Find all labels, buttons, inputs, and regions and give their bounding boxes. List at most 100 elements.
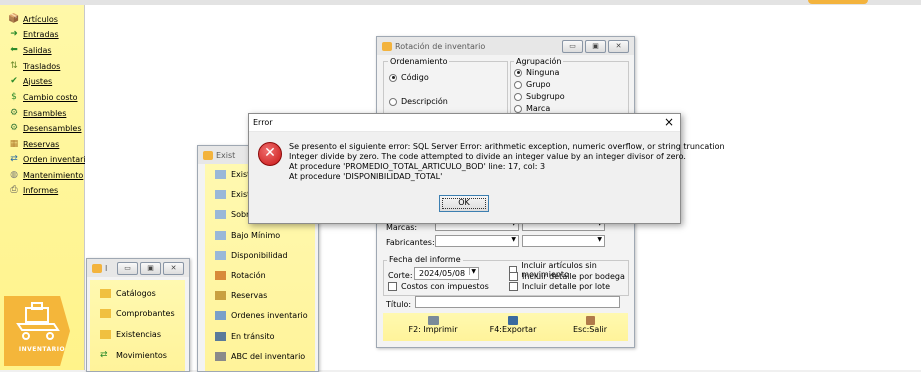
exportar-button[interactable]: F4:Exportar [483, 316, 543, 334]
menu-item-reservas[interactable]: Reservas [215, 287, 267, 303]
close-button[interactable]: ✕ [608, 40, 629, 53]
radio-ninguna[interactable]: Ninguna [514, 68, 559, 77]
arrow-right-icon: ➜ [10, 29, 18, 39]
report-icon [215, 189, 226, 199]
radio-codigo[interactable]: Código [389, 73, 429, 82]
sidebar-item-desensambles[interactable]: ⚙ Desensambles [8, 121, 82, 135]
chevron-down-icon: ▼ [597, 236, 602, 243]
window-title: I [105, 263, 108, 273]
sidebar-item-orden-inventario[interactable]: ⇄ Orden inventario [8, 152, 90, 166]
report-icon [215, 209, 226, 219]
imprimir-button[interactable]: F2: Imprimir [403, 316, 463, 334]
window-title: Rotación de inventario [395, 41, 486, 51]
menu-item-rotacion[interactable]: Rotación [215, 267, 266, 283]
report-icon [215, 250, 226, 260]
cart-icon [16, 302, 60, 340]
menu-item-disponibilidad[interactable]: Disponibilidad [215, 247, 288, 263]
marcas-label: Marcas: [386, 223, 418, 232]
radio-marca[interactable]: Marca [514, 104, 550, 113]
printer-icon: ⎙ [10, 185, 18, 195]
sidebar-item-articulos[interactable]: 📦 Artículos [8, 12, 57, 26]
window-titlebar[interactable]: I ▭ ▣ ✕ [87, 259, 189, 277]
menu-panel: Catálogos Comprobantes Existencias ⇄ Movi… [90, 280, 185, 371]
menu-item-ordenes-inventario[interactable]: Ordenes inventario [215, 307, 308, 323]
order-icon [215, 310, 226, 320]
movements-icon: ⇄ [100, 349, 108, 360]
report-icon [215, 169, 226, 179]
incluir-detalle-bodega-checkbox[interactable]: Incluir detalle por bodega [509, 272, 625, 281]
minimize-button[interactable]: ▭ [562, 40, 583, 53]
corte-date-picker[interactable]: 2024/05/08 ▼ [414, 267, 479, 280]
arrow-left-icon: ⬅ [10, 45, 18, 55]
window-titlebar[interactable]: Rotación de inventario ▭ ▣ ✕ [377, 37, 634, 55]
order-icon: ⇄ [10, 154, 18, 164]
door-icon [585, 316, 595, 325]
app-icon [203, 150, 213, 160]
menu-item-movimientos[interactable]: ⇄ Movimientos [100, 347, 167, 363]
sidebar-item-cambio-costo[interactable]: $ Cambio costo [8, 90, 77, 104]
app-icon [382, 41, 392, 51]
maximize-button[interactable]: ▣ [140, 262, 161, 275]
menu-item-en-transito[interactable]: En tránsito [215, 328, 275, 344]
folder-icon [100, 329, 111, 339]
folder-icon [100, 288, 111, 298]
costos-impuestos-checkbox[interactable]: Costos con impuestos [388, 282, 489, 291]
maximize-button[interactable]: ▣ [585, 40, 606, 53]
radio-subgrupo[interactable]: Subgrupo [514, 92, 565, 101]
chevron-down-icon: ▼ [469, 268, 476, 275]
error-message: Se presento el siguiente error: SQL Serv… [289, 142, 725, 181]
error-dialog: Error × ✕ Se presento el siguiente error… [248, 113, 725, 224]
menu-item-bajo-minimo[interactable]: Bajo Mínimo [215, 227, 280, 243]
box-icon: 📦 [8, 14, 20, 24]
fecha-informe-label: Fecha del informe [387, 255, 463, 264]
radio-grupo[interactable]: Grupo [514, 80, 551, 89]
reserve-icon [215, 290, 226, 300]
maintenance-icon: ◍ [10, 170, 18, 180]
abc-icon [215, 351, 226, 361]
fabricantes-label: Fabricantes: [386, 238, 435, 247]
sidebar-item-mantenimiento[interactable]: ◍ Mantenimiento [8, 168, 83, 182]
dialog-title: Error [253, 118, 273, 127]
ordenamiento-group [383, 61, 508, 115]
agrupacion-label: Agrupación [514, 57, 564, 66]
menu-item-existencias-2[interactable]: Exist [215, 186, 250, 202]
top-accent-tab[interactable] [808, 0, 868, 4]
report-icon [215, 230, 226, 240]
ok-button[interactable]: OK [439, 195, 489, 212]
dialog-body: ✕ Se presento el siguiente error: SQL Se… [249, 132, 725, 223]
sidebar-item-entradas[interactable]: ➜ Entradas [8, 27, 58, 41]
sidebar-item-ensambles[interactable]: ⚙ Ensambles [8, 106, 66, 120]
close-button[interactable]: ✕ [163, 262, 184, 275]
inventario-module-button[interactable]: INVENTARIO [4, 296, 70, 366]
minimize-button[interactable]: ▭ [117, 262, 138, 275]
titulo-input[interactable] [415, 296, 620, 308]
sidebar-item-traslados[interactable]: ⇅ Traslados [8, 59, 60, 73]
rotation-icon [215, 270, 226, 280]
fabricantes-combo-2[interactable]: ▼ [522, 235, 605, 247]
menu-item-comprobantes[interactable]: Comprobantes [100, 305, 175, 321]
ordenamiento-label: Ordenamiento [388, 57, 450, 66]
close-button[interactable]: × [664, 115, 674, 129]
truck-icon [215, 331, 226, 341]
sidebar-item-salidas[interactable]: ⬅ Salidas [8, 43, 51, 57]
printer-icon [427, 316, 439, 325]
incluir-detalle-lote-checkbox[interactable]: Incluir detalle por lote [509, 282, 610, 291]
dialog-titlebar[interactable]: Error × [249, 114, 680, 132]
dollar-icon: $ [11, 92, 17, 102]
radio-descripcion[interactable]: Descripción [389, 97, 448, 106]
app-icon [92, 263, 102, 273]
fabricantes-combo-1[interactable]: ▼ [435, 235, 519, 247]
menu-item-existencias[interactable]: Existencias [100, 326, 161, 342]
menu-item-existencias-1[interactable]: Exist [215, 166, 250, 182]
salir-button[interactable]: Esc:Salir [560, 316, 620, 334]
menu-item-catalogos[interactable]: Catálogos [100, 285, 156, 301]
sidebar-item-informes[interactable]: ⎙ Informes [8, 183, 58, 197]
assembly-icon: ⚙ [9, 108, 19, 118]
window-title: Exist [216, 150, 236, 160]
check-icon: ✔ [10, 76, 18, 86]
save-icon [508, 316, 518, 325]
sidebar-item-reservas[interactable]: ▦ Reservas [8, 137, 60, 151]
menu-item-abc-inventario[interactable]: ABC del inventario [215, 348, 305, 364]
sidebar-item-ajustes[interactable]: ✔ Ajustes [8, 74, 52, 88]
disassembly-icon: ⚙ [9, 123, 19, 133]
